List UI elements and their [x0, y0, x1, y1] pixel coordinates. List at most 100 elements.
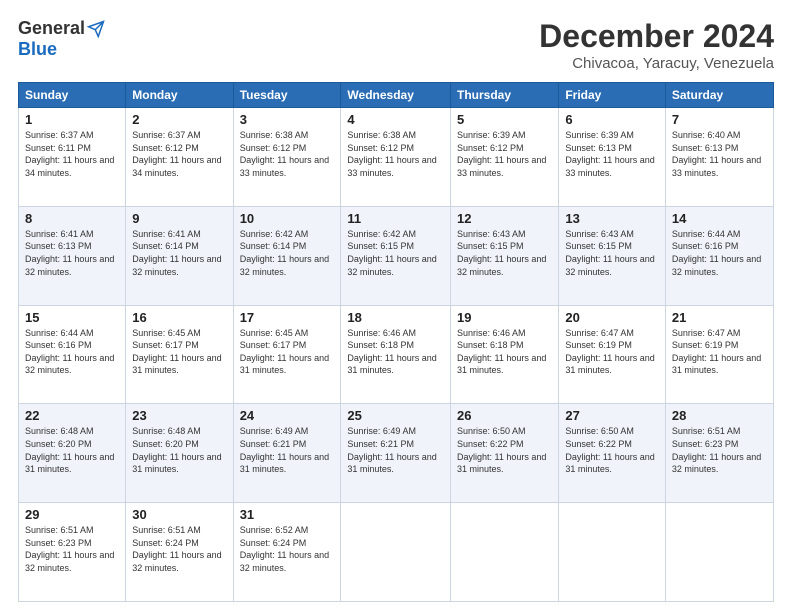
day-number: 10: [240, 211, 335, 226]
day-info: Sunrise: 6:38 AMSunset: 6:12 PMDaylight:…: [240, 129, 335, 179]
day-info: Sunrise: 6:44 AMSunset: 6:16 PMDaylight:…: [672, 228, 767, 278]
calendar-cell: 5Sunrise: 6:39 AMSunset: 6:12 PMDaylight…: [451, 108, 559, 207]
day-number: 30: [132, 507, 226, 522]
day-info: Sunrise: 6:49 AMSunset: 6:21 PMDaylight:…: [347, 425, 444, 475]
calendar-cell: 3 Sunrise: 6:38 AMSunset: 6:12 PMDaylight…: [233, 108, 341, 207]
day-info: Sunrise: 6:51 AMSunset: 6:23 PMDaylight:…: [25, 524, 119, 574]
day-info: Sunrise: 6:40 AMSunset: 6:13 PMDaylight:…: [672, 129, 767, 179]
calendar-cell: 8Sunrise: 6:41 AMSunset: 6:13 PMDaylight…: [19, 206, 126, 305]
day-number: 17: [240, 310, 335, 325]
day-number: 11: [347, 211, 444, 226]
location-title: Chivacoa, Yaracuy, Venezuela: [539, 55, 774, 72]
calendar-cell: 11 Sunrise: 6:42 AMSunset: 6:15 PMDayligh…: [341, 206, 451, 305]
calendar-cell: [559, 503, 666, 602]
day-number: 15: [25, 310, 119, 325]
calendar-cell: 20 Sunrise: 6:47 AMSunset: 6:19 PMDayligh…: [559, 305, 666, 404]
weekday-header-monday: Monday: [126, 83, 233, 108]
day-number: 22: [25, 408, 119, 423]
weekday-header-tuesday: Tuesday: [233, 83, 341, 108]
day-number: 24: [240, 408, 335, 423]
day-number: 20: [565, 310, 659, 325]
calendar-cell: 18 Sunrise: 6:46 AMSunset: 6:18 PMDayligh…: [341, 305, 451, 404]
logo-blue-text: Blue: [18, 39, 57, 60]
day-number: 4: [347, 112, 444, 127]
day-info: Sunrise: 6:45 AMSunset: 6:17 PMDaylight:…: [132, 327, 226, 377]
calendar-cell: 27 Sunrise: 6:50 AMSunset: 6:22 PMDayligh…: [559, 404, 666, 503]
day-info: Sunrise: 6:44 AMSunset: 6:16 PMDaylight:…: [25, 327, 119, 377]
calendar-cell: 29 Sunrise: 6:51 AMSunset: 6:23 PMDayligh…: [19, 503, 126, 602]
calendar-cell: 22 Sunrise: 6:48 AMSunset: 6:20 PMDayligh…: [19, 404, 126, 503]
calendar-cell: 13Sunrise: 6:43 AMSunset: 6:15 PMDayligh…: [559, 206, 666, 305]
day-info: Sunrise: 6:47 AMSunset: 6:19 PMDaylight:…: [565, 327, 659, 377]
calendar-cell: 9 Sunrise: 6:41 AMSunset: 6:14 PMDaylight…: [126, 206, 233, 305]
day-number: 14: [672, 211, 767, 226]
calendar-cell: [451, 503, 559, 602]
day-number: 19: [457, 310, 552, 325]
weekday-header-sunday: Sunday: [19, 83, 126, 108]
day-info: Sunrise: 6:52 AMSunset: 6:24 PMDaylight:…: [240, 524, 335, 574]
calendar-cell: 23Sunrise: 6:48 AMSunset: 6:20 PMDayligh…: [126, 404, 233, 503]
day-number: 18: [347, 310, 444, 325]
month-title: December 2024: [539, 18, 774, 55]
day-number: 25: [347, 408, 444, 423]
calendar-cell: 16 Sunrise: 6:45 AMSunset: 6:17 PMDayligh…: [126, 305, 233, 404]
calendar-cell: 24Sunrise: 6:49 AMSunset: 6:21 PMDayligh…: [233, 404, 341, 503]
calendar-cell: 2Sunrise: 6:37 AMSunset: 6:12 PMDaylight…: [126, 108, 233, 207]
day-info: Sunrise: 6:51 AMSunset: 6:23 PMDaylight:…: [672, 425, 767, 475]
day-info: Sunrise: 6:39 AMSunset: 6:13 PMDaylight:…: [565, 129, 659, 179]
day-number: 3: [240, 112, 335, 127]
header-row: SundayMondayTuesdayWednesdayThursdayFrid…: [19, 83, 774, 108]
day-number: 29: [25, 507, 119, 522]
day-info: Sunrise: 6:37 AMSunset: 6:11 PMDaylight:…: [25, 129, 119, 179]
day-number: 5: [457, 112, 552, 127]
calendar-cell: 21Sunrise: 6:47 AMSunset: 6:19 PMDayligh…: [665, 305, 773, 404]
calendar-cell: 19 Sunrise: 6:46 AMSunset: 6:18 PMDayligh…: [451, 305, 559, 404]
week-row-2: 8Sunrise: 6:41 AMSunset: 6:13 PMDaylight…: [19, 206, 774, 305]
day-info: Sunrise: 6:48 AMSunset: 6:20 PMDaylight:…: [25, 425, 119, 475]
calendar-cell: 30 Sunrise: 6:51 AMSunset: 6:24 PMDayligh…: [126, 503, 233, 602]
calendar-cell: 15 Sunrise: 6:44 AMSunset: 6:16 PMDayligh…: [19, 305, 126, 404]
day-info: Sunrise: 6:46 AMSunset: 6:18 PMDaylight:…: [347, 327, 444, 377]
day-info: Sunrise: 6:37 AMSunset: 6:12 PMDaylight:…: [132, 129, 226, 179]
day-number: 13: [565, 211, 659, 226]
logo-bird-icon: [87, 20, 105, 38]
day-number: 12: [457, 211, 552, 226]
day-number: 6: [565, 112, 659, 127]
weekday-header-thursday: Thursday: [451, 83, 559, 108]
weekday-header-saturday: Saturday: [665, 83, 773, 108]
calendar-cell: 25 Sunrise: 6:49 AMSunset: 6:21 PMDayligh…: [341, 404, 451, 503]
calendar-cell: [341, 503, 451, 602]
calendar-cell: 12 Sunrise: 6:43 AMSunset: 6:15 PMDayligh…: [451, 206, 559, 305]
day-number: 7: [672, 112, 767, 127]
header: General Blue December 2024 Chivacoa, Yar…: [18, 18, 774, 72]
weekday-header-friday: Friday: [559, 83, 666, 108]
calendar-cell: 28Sunrise: 6:51 AMSunset: 6:23 PMDayligh…: [665, 404, 773, 503]
calendar-cell: 10Sunrise: 6:42 AMSunset: 6:14 PMDayligh…: [233, 206, 341, 305]
calendar-body: 1Sunrise: 6:37 AMSunset: 6:11 PMDaylight…: [19, 108, 774, 602]
day-number: 23: [132, 408, 226, 423]
day-number: 9: [132, 211, 226, 226]
weekday-header-wednesday: Wednesday: [341, 83, 451, 108]
day-info: Sunrise: 6:46 AMSunset: 6:18 PMDaylight:…: [457, 327, 552, 377]
day-info: Sunrise: 6:51 AMSunset: 6:24 PMDaylight:…: [132, 524, 226, 574]
calendar-cell: 17 Sunrise: 6:45 AMSunset: 6:17 PMDayligh…: [233, 305, 341, 404]
week-row-4: 22 Sunrise: 6:48 AMSunset: 6:20 PMDayligh…: [19, 404, 774, 503]
day-info: Sunrise: 6:50 AMSunset: 6:22 PMDaylight:…: [565, 425, 659, 475]
day-info: Sunrise: 6:41 AMSunset: 6:14 PMDaylight:…: [132, 228, 226, 278]
day-number: 31: [240, 507, 335, 522]
calendar-table: SundayMondayTuesdayWednesdayThursdayFrid…: [18, 82, 774, 602]
day-info: Sunrise: 6:45 AMSunset: 6:17 PMDaylight:…: [240, 327, 335, 377]
logo: General Blue: [18, 18, 105, 60]
day-number: 27: [565, 408, 659, 423]
day-info: Sunrise: 6:43 AMSunset: 6:15 PMDaylight:…: [457, 228, 552, 278]
day-number: 21: [672, 310, 767, 325]
day-number: 16: [132, 310, 226, 325]
calendar-header: SundayMondayTuesdayWednesdayThursdayFrid…: [19, 83, 774, 108]
day-number: 8: [25, 211, 119, 226]
calendar-cell: [665, 503, 773, 602]
calendar-cell: 26Sunrise: 6:50 AMSunset: 6:22 PMDayligh…: [451, 404, 559, 503]
calendar-cell: 31 Sunrise: 6:52 AMSunset: 6:24 PMDayligh…: [233, 503, 341, 602]
day-info: Sunrise: 6:42 AMSunset: 6:15 PMDaylight:…: [347, 228, 444, 278]
logo-general-text: General: [18, 18, 85, 39]
day-info: Sunrise: 6:38 AMSunset: 6:12 PMDaylight:…: [347, 129, 444, 179]
